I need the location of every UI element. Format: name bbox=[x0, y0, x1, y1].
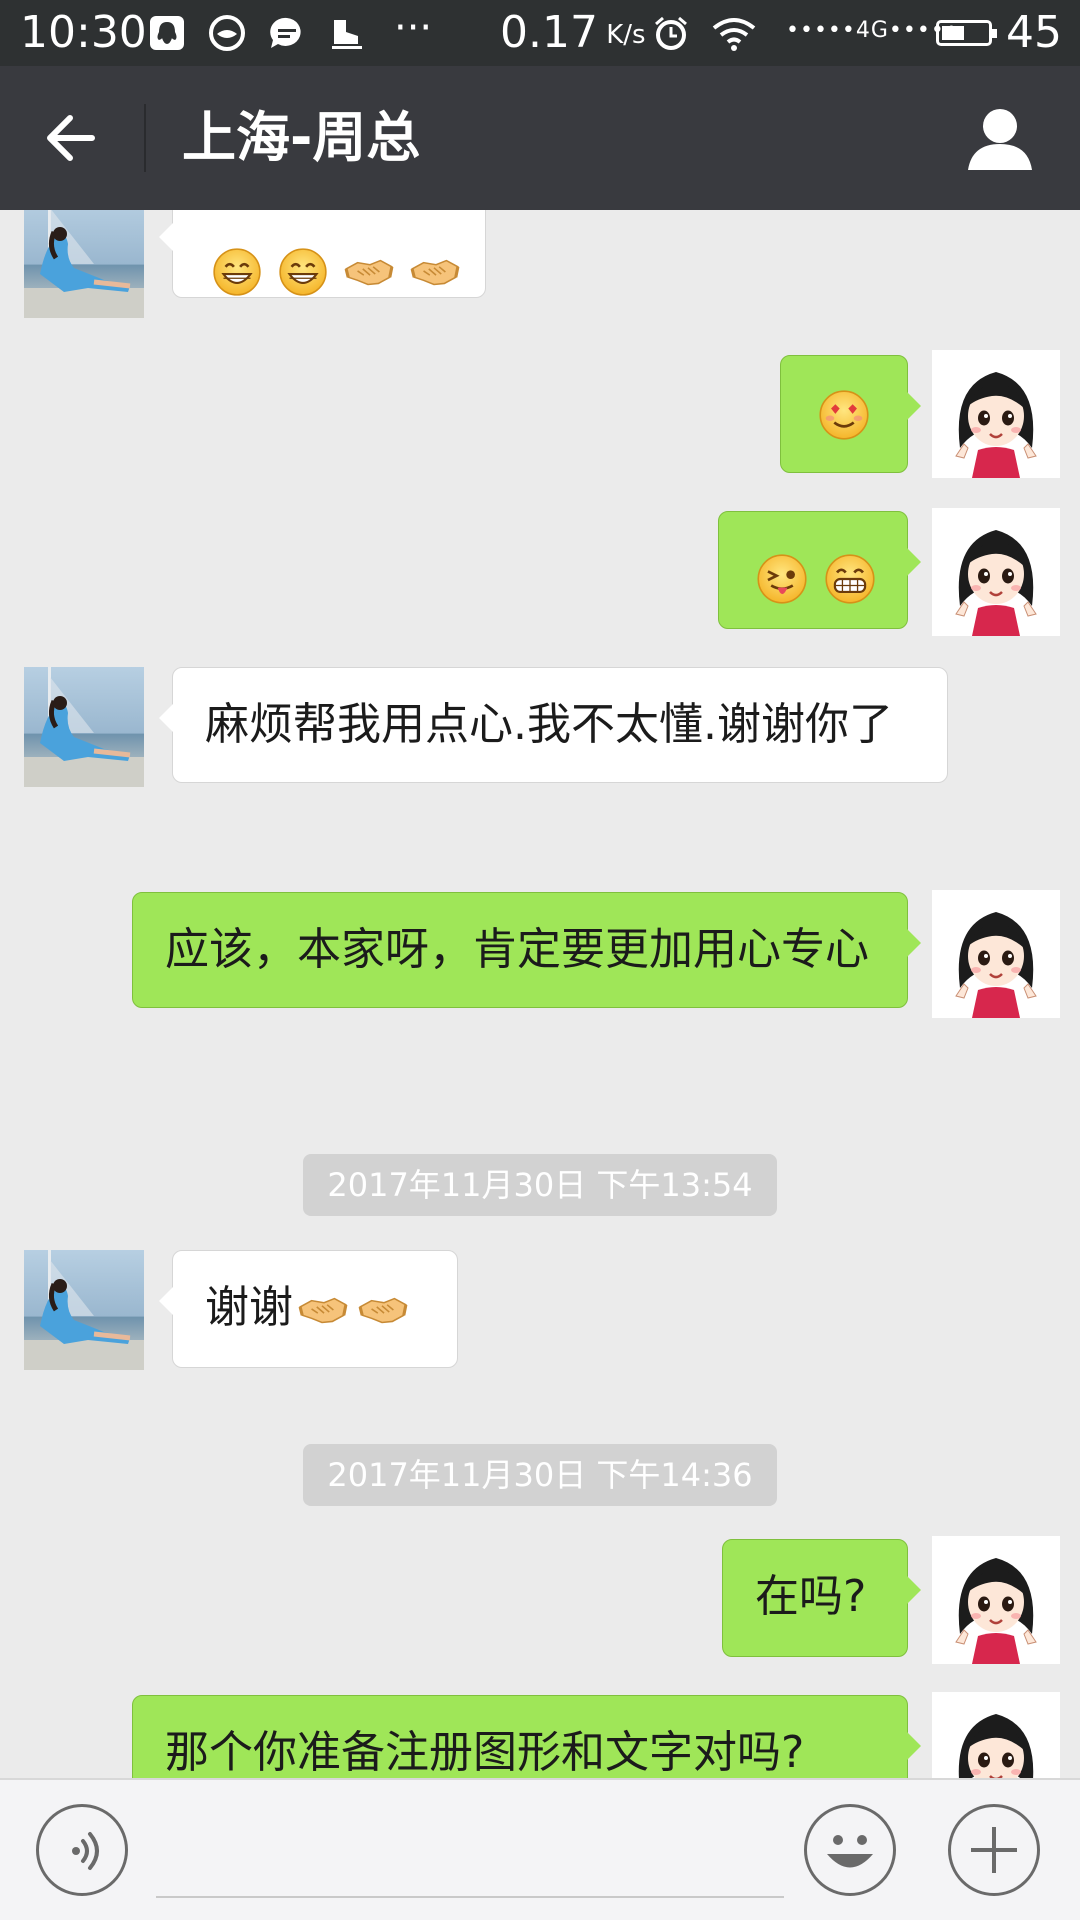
handshake-emoji-icon bbox=[343, 246, 395, 298]
handshake-emoji-icon bbox=[357, 1284, 409, 1336]
qq-icon bbox=[150, 16, 184, 50]
message-text: 应该，本家呀，肯定要更加用心专心 bbox=[165, 924, 869, 975]
message-bubble[interactable] bbox=[159, 210, 486, 298]
heart-eyes-emoji-icon bbox=[817, 388, 871, 442]
back-button[interactable] bbox=[30, 106, 116, 170]
chat-info-button[interactable] bbox=[964, 104, 1036, 172]
more-notifications-icon: ··· bbox=[394, 5, 433, 51]
handshake-emoji-icon bbox=[297, 1284, 349, 1336]
big-grin-emoji-icon bbox=[823, 552, 877, 606]
status-bar: 10:30 ··· 0.17 K/s •••••4G••••• 45 bbox=[0, 0, 1080, 66]
voice-icon bbox=[72, 1832, 99, 1870]
status-time: 10:30 bbox=[20, 7, 147, 58]
smiley-icon bbox=[827, 1835, 873, 1868]
chat-header: 上海-周总 bbox=[0, 66, 1080, 210]
contact-avatar[interactable] bbox=[24, 210, 144, 318]
message-input[interactable] bbox=[156, 1810, 784, 1898]
more-button[interactable] bbox=[948, 1804, 1040, 1896]
my-avatar[interactable] bbox=[932, 508, 1060, 636]
message-bubble[interactable]: 那个你准备注册图形和文字对吗? bbox=[132, 1695, 921, 1778]
back-arrow-icon bbox=[47, 115, 95, 161]
message-text: 那个你准备注册图形和文字对吗? bbox=[165, 1727, 805, 1778]
emoji-button[interactable] bbox=[804, 1804, 896, 1896]
chat-title: 上海-周总 bbox=[182, 106, 421, 169]
my-avatar[interactable] bbox=[932, 350, 1060, 478]
message-bubble[interactable]: 在吗? bbox=[722, 1539, 921, 1657]
grin-emoji-icon bbox=[277, 246, 329, 298]
message-bubble[interactable]: 谢谢 bbox=[159, 1250, 458, 1368]
browser-icon bbox=[209, 15, 245, 51]
wink-tongue-emoji-icon bbox=[755, 552, 809, 606]
cellular-signal: •••••4G••••• bbox=[786, 18, 959, 43]
battery-icon bbox=[936, 20, 997, 46]
message-bubble[interactable]: 应该，本家呀，肯定要更加用心专心 bbox=[132, 892, 921, 1008]
message-bubble[interactable]: 麻烦帮我用点心.我不太懂.谢谢你了 bbox=[159, 667, 948, 783]
person-icon bbox=[968, 109, 1032, 170]
emoji-row bbox=[211, 237, 461, 303]
emoji-row bbox=[755, 544, 877, 610]
my-avatar[interactable] bbox=[932, 1692, 1060, 1778]
wifi-icon bbox=[712, 18, 756, 51]
message-text: 谢谢 bbox=[173, 1251, 457, 1365]
alarm-icon bbox=[655, 16, 687, 50]
message-bubble[interactable] bbox=[780, 355, 921, 473]
grin-emoji-icon bbox=[211, 246, 263, 298]
voice-button[interactable] bbox=[36, 1804, 128, 1896]
message-text: 麻烦帮我用点心.我不太懂.谢谢你了 bbox=[205, 699, 893, 750]
message-icon bbox=[270, 17, 301, 48]
my-avatar[interactable] bbox=[932, 1536, 1060, 1664]
message-bubble[interactable] bbox=[718, 511, 921, 629]
plus-icon bbox=[971, 1827, 1017, 1873]
handshake-emoji-icon bbox=[409, 246, 461, 298]
header-divider bbox=[144, 104, 146, 172]
contact-avatar[interactable] bbox=[24, 1250, 144, 1370]
skate-icon bbox=[332, 20, 362, 49]
network-speed: 0.17 K/s bbox=[500, 7, 646, 58]
timestamp: 2017年11月30日 下午13:54 bbox=[303, 1154, 777, 1216]
my-avatar[interactable] bbox=[932, 890, 1060, 1018]
contact-avatar[interactable] bbox=[24, 667, 144, 787]
input-bar bbox=[0, 1778, 1080, 1920]
timestamp: 2017年11月30日 下午14:36 bbox=[303, 1444, 777, 1506]
message-text: 在吗? bbox=[755, 1571, 867, 1622]
battery-level: 45 bbox=[1006, 7, 1062, 58]
message-list[interactable]: 麻烦帮我用点心.我不太懂.谢谢你了 应该，本家呀，肯定要更加用心专心 2017年… bbox=[0, 210, 1080, 1778]
